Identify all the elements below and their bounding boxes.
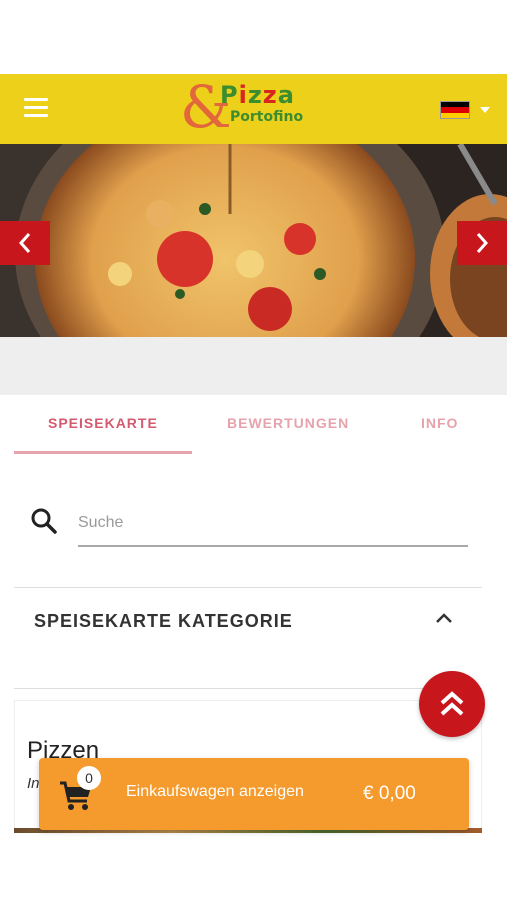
brand-logo[interactable]: & Pizza Portofino <box>180 76 330 140</box>
tab-bewertungen[interactable]: BEWERTUNGEN <box>227 415 349 431</box>
app-header: & Pizza Portofino <box>0 74 507 144</box>
view-cart-button[interactable]: 0 Einkaufswagen anzeigen € 0,00 <box>39 758 469 830</box>
tab-speisekarte[interactable]: SPEISEKARTE <box>48 415 158 431</box>
status-bar-area <box>0 0 507 74</box>
logo-portofino-text: Portofino <box>230 109 304 125</box>
cart-total: € 0,00 <box>363 783 416 804</box>
divider <box>14 587 482 588</box>
active-tab-indicator <box>14 451 192 454</box>
slider-prev-button[interactable] <box>0 221 50 265</box>
slider-next-button[interactable] <box>457 221 507 265</box>
search-section <box>0 455 507 590</box>
search-icon[interactable] <box>30 507 58 535</box>
category-accordion[interactable]: SPEISEKARTE KATEGORIE <box>14 589 482 688</box>
cart-count-badge: 0 <box>77 766 101 790</box>
caret-down-icon <box>480 107 490 113</box>
menu-tabs: SPEISEKARTE BEWERTUNGEN INFO <box>0 395 507 455</box>
tab-info[interactable]: INFO <box>421 415 458 431</box>
category-description: In <box>27 775 40 792</box>
search-input[interactable] <box>78 507 468 547</box>
chevron-left-icon <box>18 233 31 253</box>
chevron-up-icon[interactable] <box>434 611 454 625</box>
section-spacer <box>0 337 507 395</box>
divider <box>14 688 482 689</box>
hero-image-slider <box>0 144 507 337</box>
german-flag-icon <box>440 101 470 119</box>
language-selector[interactable] <box>440 101 496 121</box>
pizza-photo <box>0 144 507 337</box>
scroll-to-top-button[interactable] <box>419 671 485 737</box>
category-title: SPEISEKARTE KATEGORIE <box>34 611 293 631</box>
double-chevron-up-icon <box>440 691 464 716</box>
logo-pizza-text: Pizza <box>220 81 295 109</box>
chevron-right-icon <box>476 233 489 253</box>
menu-icon[interactable] <box>24 98 50 120</box>
cart-label: Einkaufswagen anzeigen <box>126 783 304 800</box>
